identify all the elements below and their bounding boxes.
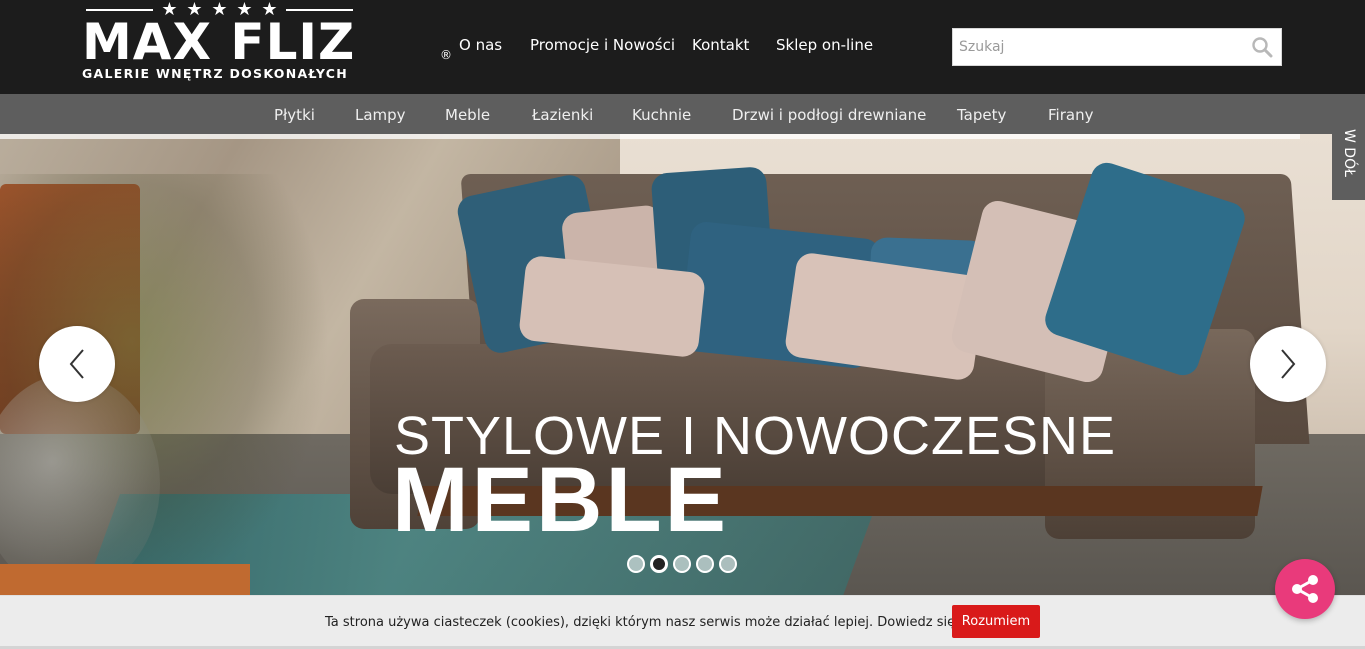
share-button[interactable] — [1275, 559, 1335, 619]
header: ★ ★ ★ ★ ★ MAX FLIZ ® GALERIE WNĘTRZ DOSK… — [0, 0, 1365, 94]
nav-sklep[interactable]: Sklep on-line — [776, 36, 873, 54]
search-box — [952, 28, 1282, 66]
divider — [0, 134, 1300, 139]
logo-tagline: GALERIE WNĘTRZ DOSKONAŁYCH — [82, 66, 348, 81]
scroll-down-tab[interactable]: W DÓŁ — [1332, 105, 1365, 200]
hero-headline-large: MEBLE — [392, 449, 729, 551]
logo[interactable]: ★ ★ ★ ★ ★ MAX FLIZ ® GALERIE WNĘTRZ DOSK… — [82, 0, 452, 85]
search-input[interactable] — [953, 29, 1243, 65]
scroll-down-label: W DÓŁ — [1340, 128, 1357, 177]
nav-o-nas[interactable]: O nas — [459, 36, 502, 54]
slider-dot[interactable] — [696, 555, 714, 573]
category-navigation: Płytki Lampy Meble Łazienki Kuchnie Drzw… — [0, 94, 1365, 134]
category-tapety[interactable]: Tapety — [957, 106, 1006, 124]
cookie-message: Ta strona używa ciasteczek (cookies), dz… — [325, 615, 1001, 630]
registered-mark: ® — [440, 48, 452, 62]
category-plytki[interactable]: Płytki — [274, 106, 315, 124]
chevron-left-icon — [69, 349, 84, 379]
nav-kontakt[interactable]: Kontakt — [692, 36, 749, 54]
category-drzwi-podlogi[interactable]: Drzwi i podłogi drewniane — [732, 106, 926, 124]
share-icon — [1292, 575, 1318, 603]
category-firany[interactable]: Firany — [1048, 106, 1093, 124]
hero-photo-table — [0, 564, 250, 595]
chevron-right-icon — [1281, 349, 1296, 379]
category-meble[interactable]: Meble — [445, 106, 490, 124]
slider-dot[interactable] — [627, 555, 645, 573]
cookie-banner: Ta strona używa ciasteczek (cookies), dz… — [0, 595, 1365, 649]
category-kuchnie[interactable]: Kuchnie — [632, 106, 691, 124]
slider-dot[interactable] — [719, 555, 737, 573]
slider-next-button[interactable] — [1250, 326, 1326, 402]
category-lazienki[interactable]: Łazienki — [532, 106, 593, 124]
search-icon[interactable] — [1251, 36, 1273, 58]
logo-wordmark: MAX FLIZ — [82, 13, 356, 71]
slider-prev-button[interactable] — [39, 326, 115, 402]
slider-dot[interactable] — [650, 555, 668, 573]
hero-slider: STYLOWE I NOWOCZESNE MEBLE — [0, 134, 1365, 595]
category-lampy[interactable]: Lampy — [355, 106, 406, 124]
slider-dot[interactable] — [673, 555, 691, 573]
nav-promocje[interactable]: Promocje i Nowości — [530, 36, 675, 54]
cookie-accept-button[interactable]: Rozumiem — [952, 605, 1040, 638]
